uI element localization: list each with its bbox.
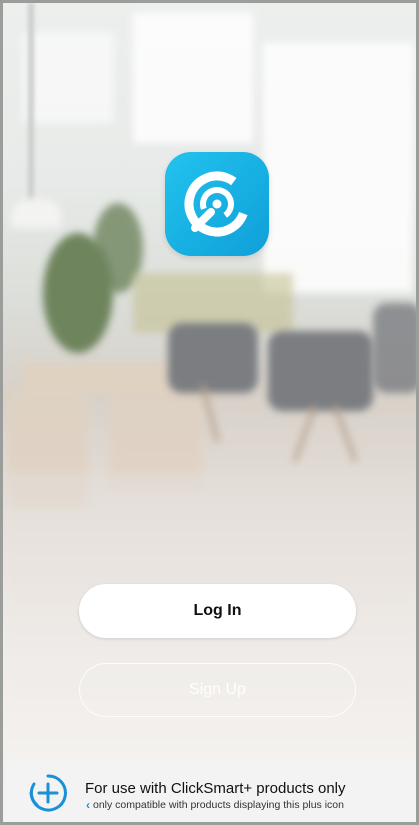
- app-logo: [165, 152, 269, 256]
- login-button[interactable]: Log In: [79, 584, 356, 638]
- compatibility-footer: For use with ClickSmart+ products only ‹…: [6, 759, 416, 822]
- clicksmart-logo-icon: [184, 171, 250, 237]
- footer-subtitle-row: ‹ only compatible with products displayi…: [86, 799, 344, 811]
- app-screen: Log In Sign Up For use with ClickSmart+ …: [0, 0, 419, 825]
- signup-label: Sign Up: [189, 681, 246, 698]
- footer-title: For use with ClickSmart+ products only: [85, 780, 346, 797]
- login-label: Log In: [193, 602, 242, 619]
- chevron-left-icon: ‹: [86, 798, 90, 812]
- signup-button[interactable]: Sign Up: [79, 663, 356, 717]
- footer-subtitle: only compatible with products displaying…: [93, 799, 344, 811]
- plus-circle-icon: [29, 774, 67, 812]
